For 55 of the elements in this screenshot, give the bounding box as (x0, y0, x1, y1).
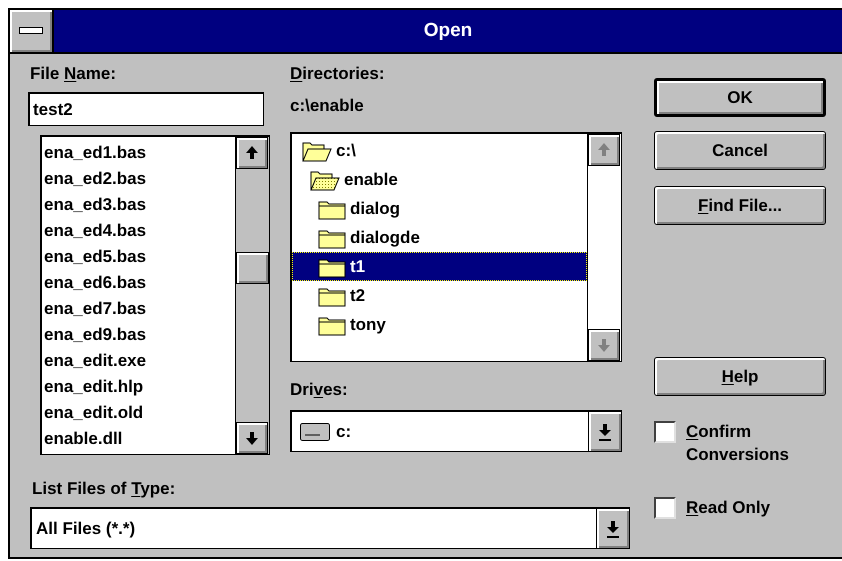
file-item[interactable]: ena_edit.old (44, 400, 235, 426)
current-path: c:\enable (290, 96, 365, 116)
directory-item[interactable]: dialog (292, 194, 587, 223)
scroll-down-button[interactable] (236, 422, 268, 454)
arrow-down-icon (596, 337, 612, 353)
checkbox-label: Confirm Conversions (686, 421, 790, 466)
directory-item[interactable]: t2 (292, 281, 587, 310)
drive-icon (300, 422, 330, 440)
file-item[interactable]: ena_ed4.bas (44, 218, 235, 244)
open-folder-icon (310, 168, 340, 190)
drives-dropdown[interactable]: c: (290, 410, 622, 452)
file-item[interactable]: ena_ed1.bas (44, 140, 235, 166)
file-type-dropdown[interactable]: All Files (*.*) (30, 507, 630, 549)
dialog-button[interactable]: OK (654, 78, 826, 117)
directory-item[interactable]: enable (292, 165, 587, 194)
file-item[interactable]: ena_ed2.bas (44, 166, 235, 192)
file-item[interactable]: enable.dll (44, 426, 235, 452)
file-item[interactable]: ena_edit.exe (44, 348, 235, 374)
file-item[interactable]: ena_ed9.bas (44, 322, 235, 348)
scroll-down-button[interactable] (588, 329, 620, 361)
arrow-up-icon (244, 145, 260, 161)
file-item[interactable]: ena_ed3.bas (44, 192, 235, 218)
open-folder-icon (302, 140, 332, 162)
file-item[interactable]: ena_ed7.bas (44, 296, 235, 322)
file-item[interactable]: ena_ed5.bas (44, 244, 235, 270)
minus-icon (19, 27, 43, 35)
file-item[interactable]: ena_edit.hlp (44, 374, 235, 400)
checkbox-label: Read Only (686, 497, 772, 519)
directory-item[interactable]: t1 (292, 252, 587, 281)
arrow-down-icon (605, 520, 621, 538)
window-title: Open (54, 10, 842, 52)
arrow-up-icon (596, 142, 612, 158)
field-label: Drives: (290, 380, 349, 400)
scroll-up-button[interactable] (236, 137, 268, 169)
checkbox[interactable] (654, 497, 676, 519)
field-label: File Name: (30, 64, 117, 84)
arrow-down-icon (244, 430, 260, 446)
checkbox[interactable] (654, 421, 676, 443)
field-label: Directories: (290, 64, 386, 84)
file-name-field[interactable]: test2 (28, 92, 264, 126)
scroll-up-button[interactable] (588, 134, 620, 166)
directory-item[interactable]: c:\ (292, 136, 587, 165)
dropdown-button[interactable] (596, 509, 629, 548)
dialog-button[interactable]: Find File... (654, 186, 826, 225)
dropdown-button[interactable] (588, 412, 621, 451)
control-menu-button[interactable] (10, 10, 54, 52)
file-item[interactable]: ena_ed6.bas (44, 270, 235, 296)
scroll-thumb[interactable] (236, 252, 269, 284)
arrow-down-icon (597, 422, 613, 440)
directory-item[interactable]: dialogde (292, 223, 587, 252)
dialog-button[interactable]: Cancel (654, 131, 826, 170)
scrollbar[interactable] (235, 137, 269, 454)
field-label: List Files of Type: (32, 479, 176, 499)
dialog-button[interactable]: Help (654, 357, 826, 396)
directory-item[interactable]: tony (292, 310, 587, 339)
